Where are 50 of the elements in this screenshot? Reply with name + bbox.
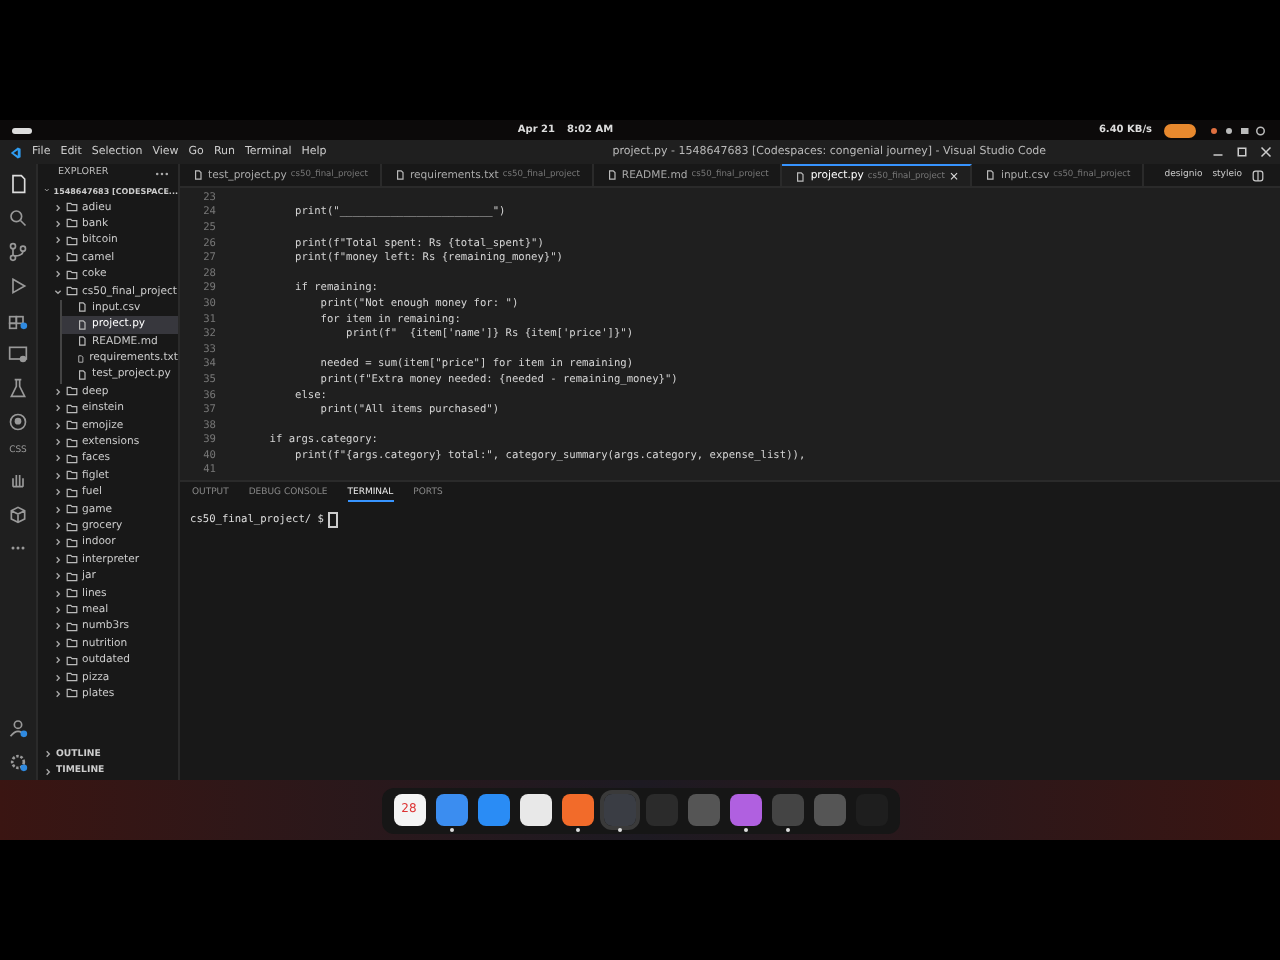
- chevron-icon[interactable]: [54, 253, 62, 262]
- chevron-icon[interactable]: [54, 639, 62, 648]
- dock-app-icon[interactable]: [561, 793, 593, 825]
- chevron-icon[interactable]: [54, 404, 62, 413]
- chevron-icon[interactable]: [54, 673, 62, 682]
- terminal-cursor: [327, 512, 338, 528]
- extensions-icon[interactable]: [8, 310, 28, 330]
- chevron-icon[interactable]: [54, 471, 62, 480]
- file-icon: [192, 170, 204, 180]
- chevron-icon[interactable]: [54, 589, 62, 598]
- flask-icon[interactable]: [8, 378, 28, 398]
- close-icon[interactable]: [1259, 146, 1272, 158]
- chevron-icon[interactable]: [54, 488, 62, 497]
- run-debug-icon[interactable]: [8, 276, 28, 296]
- chevron-icon[interactable]: [54, 505, 62, 514]
- chevron-icon[interactable]: [54, 203, 62, 212]
- search-icon[interactable]: [8, 208, 28, 228]
- file-icon: [393, 170, 406, 180]
- chevron-icon[interactable]: [54, 421, 62, 430]
- file-icon: [984, 170, 997, 180]
- chevron-icon[interactable]: [54, 236, 62, 245]
- remote-explorer-icon[interactable]: [8, 344, 28, 364]
- chevron-icon[interactable]: [54, 538, 62, 547]
- account-icon[interactable]: [8, 718, 28, 738]
- dock-app-icon[interactable]: [519, 793, 551, 825]
- chevron-icon[interactable]: [54, 555, 62, 564]
- chevron-icon[interactable]: [54, 219, 62, 228]
- chevron-icon[interactable]: [54, 572, 62, 581]
- settings-icon[interactable]: [8, 752, 28, 772]
- file-icon: [605, 170, 618, 180]
- chevron-icon[interactable]: [54, 454, 62, 463]
- chevron-icon[interactable]: [54, 689, 62, 698]
- vscode-logo-icon: [8, 145, 22, 159]
- chevron-icon[interactable]: [54, 605, 62, 614]
- split-editor-icon[interactable]: [1252, 169, 1264, 181]
- files-icon[interactable]: [8, 174, 28, 194]
- chevron-icon[interactable]: [54, 438, 62, 447]
- chevron-icon[interactable]: [54, 622, 62, 631]
- source-control-icon[interactable]: [8, 242, 28, 262]
- system-tray-icons[interactable]: [1208, 123, 1269, 137]
- chevron-icon[interactable]: [54, 270, 62, 279]
- more-icon[interactable]: [154, 169, 170, 177]
- chevron-icon[interactable]: [54, 656, 62, 665]
- github-icon[interactable]: [8, 412, 28, 432]
- chevron-icon[interactable]: [54, 522, 62, 530]
- chevron-icon[interactable]: [54, 387, 62, 396]
- recording-indicator[interactable]: [1164, 123, 1197, 137]
- maximize-icon[interactable]: [1235, 146, 1248, 158]
- file-icon: [794, 171, 807, 181]
- box-icon[interactable]: [8, 504, 28, 524]
